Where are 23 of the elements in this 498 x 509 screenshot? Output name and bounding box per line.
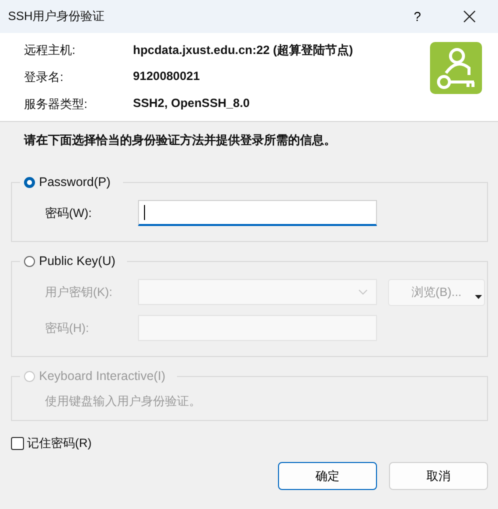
caret-icon (475, 295, 482, 299)
field-label: 密码(H): (44, 320, 90, 336)
field-label: 用户密钥(K): (44, 284, 114, 300)
chevron-down-icon (358, 289, 368, 295)
method-description: 使用键盘输入用户身份验证。 (44, 393, 202, 410)
auth-method-radio[interactable]: Public Key(U) (24, 254, 116, 268)
info-value: 9120080021 (133, 69, 200, 85)
info-label: 登录名: (24, 69, 64, 86)
window-title: SSH用户身份验证 (8, 8, 106, 25)
help-button[interactable]: ? (414, 9, 421, 24)
user-key-icon (430, 42, 482, 94)
field-label: 密码(W): (44, 204, 93, 222)
instruction-text: 请在下面选择恰当的身份验证方法并提供登录所需的信息。 (22, 132, 337, 149)
info-value: SSH2, OpenSSH_8.0 (133, 96, 250, 112)
dialog-button[interactable]: 取消 (389, 462, 488, 490)
remember-password-checkbox[interactable]: 记住密码(R) (11, 435, 488, 452)
info-label: 服务器类型: (24, 96, 88, 113)
auth-method-radio[interactable]: Password(P) (24, 175, 111, 189)
info-value: hpcdata.jxust.edu.cn:22 (超算登陆节点) (133, 42, 354, 59)
close-icon[interactable] (463, 10, 476, 23)
info-label: 远程主机: (24, 42, 76, 59)
dialog-button[interactable]: 确定 (278, 462, 377, 490)
password-field[interactable] (138, 200, 377, 226)
